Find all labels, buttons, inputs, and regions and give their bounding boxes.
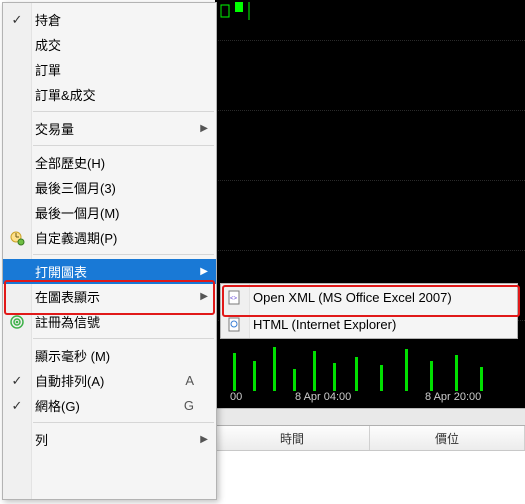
menu-label: 最後一個月(M) (35, 203, 194, 222)
menu-label: 持倉 (35, 10, 194, 29)
menu-label: 在圖表顯示 (35, 287, 194, 306)
column-header-price[interactable]: 價位 (370, 426, 525, 450)
menu-item-custom-period[interactable]: 自定義週期(P) (3, 225, 216, 250)
axis-label: 00 (230, 391, 242, 403)
menu-label: 訂單&成交 (35, 85, 194, 104)
menu-item-open-chart[interactable]: 打開圖表 ▶ (3, 259, 216, 284)
menu-label: HTML (Internet Explorer) (253, 317, 495, 332)
column-header-time[interactable]: 時間 (215, 426, 370, 450)
menu-item-show-ms[interactable]: 顯示毫秒 (M) (3, 343, 216, 368)
menu-item-grid[interactable]: ✓ 網格(G)G (3, 393, 216, 418)
chevron-right-icon: ▶ (200, 123, 208, 134)
menu-item-all-history[interactable]: 全部歷史(H) (3, 150, 216, 175)
clock-gear-icon (8, 229, 26, 247)
menu-label: Open XML (MS Office Excel 2007) (253, 290, 495, 305)
check-icon: ✓ (10, 373, 24, 389)
menu-label: 打開圖表 (35, 262, 194, 281)
menu-label: 全部歷史(H) (35, 153, 194, 172)
chevron-right-icon: ▶ (200, 266, 208, 277)
menu-item-register-signal[interactable]: 註冊為信號 (3, 309, 216, 334)
html-file-icon (226, 316, 244, 334)
menu-item-show-on-chart[interactable]: 在圖表顯示 ▶ (3, 284, 216, 309)
check-icon: ✓ (10, 12, 24, 28)
menu-label: 成交 (35, 35, 194, 54)
chart-grid (215, 0, 525, 425)
menu-label: 交易量 (35, 119, 194, 138)
menu-label: 訂單 (35, 60, 194, 79)
chart-scrollbar[interactable] (215, 408, 525, 425)
menu-item-columns[interactable]: 列▶ (3, 427, 216, 452)
menu-item-auto-arrange[interactable]: ✓ 自動排列(A)A (3, 368, 216, 393)
menu-separator (33, 111, 214, 112)
menu-item-orders-deals[interactable]: 訂單&成交 (3, 82, 216, 107)
menu-label: 列 (35, 430, 194, 449)
menu-separator (33, 145, 214, 146)
xml-file-icon: <> (226, 289, 244, 307)
menu-item-volume[interactable]: 交易量 ▶ (3, 116, 216, 141)
context-menu: ✓ 持倉 成交 訂單 訂單&成交 交易量 ▶ 全部歷史(H) 最後三個月(3) 最後… (2, 2, 217, 500)
menu-separator (33, 338, 214, 339)
axis-label: 8 Apr 04:00 (295, 391, 351, 403)
menu-item-orders[interactable]: 訂單 (3, 57, 216, 82)
menu-shortcut: A (185, 373, 194, 388)
chevron-right-icon: ▶ (200, 291, 208, 302)
chart-area[interactable]: 00 8 Apr 04:00 8 Apr 20:00 (215, 0, 525, 425)
menu-item-positions[interactable]: ✓ 持倉 (3, 7, 216, 32)
menu-label: 顯示毫秒 (M) (35, 346, 194, 365)
menu-item-deals[interactable]: 成交 (3, 32, 216, 57)
submenu-item-open-xml[interactable]: <> Open XML (MS Office Excel 2007) (221, 284, 517, 311)
menu-label: 自動排列(A) (35, 371, 194, 390)
menu-separator (33, 254, 214, 255)
menu-label: 網格(G) (35, 396, 194, 415)
candlestick-icon (219, 2, 259, 22)
menu-label: 自定義週期(P) (35, 228, 194, 247)
svg-text:<>: <> (230, 296, 238, 302)
axis-label: 8 Apr 20:00 (425, 391, 481, 403)
menu-shortcut: G (184, 398, 194, 413)
signal-icon (8, 313, 26, 331)
submenu-item-html[interactable]: HTML (Internet Explorer) (221, 311, 517, 338)
chart-x-axis: 00 8 Apr 04:00 8 Apr 20:00 (215, 391, 525, 407)
menu-item-last-3-months[interactable]: 最後三個月(3) (3, 175, 216, 200)
menu-separator (33, 422, 214, 423)
check-icon: ✓ (10, 398, 24, 414)
menu-item-last-month[interactable]: 最後一個月(M) (3, 200, 216, 225)
chevron-right-icon: ▶ (200, 434, 208, 445)
menu-label: 註冊為信號 (35, 312, 194, 331)
menu-label: 最後三個月(3) (35, 178, 194, 197)
submenu-open-chart: <> Open XML (MS Office Excel 2007) HTML … (220, 283, 518, 339)
table-area: 時間 價位 (215, 425, 525, 486)
